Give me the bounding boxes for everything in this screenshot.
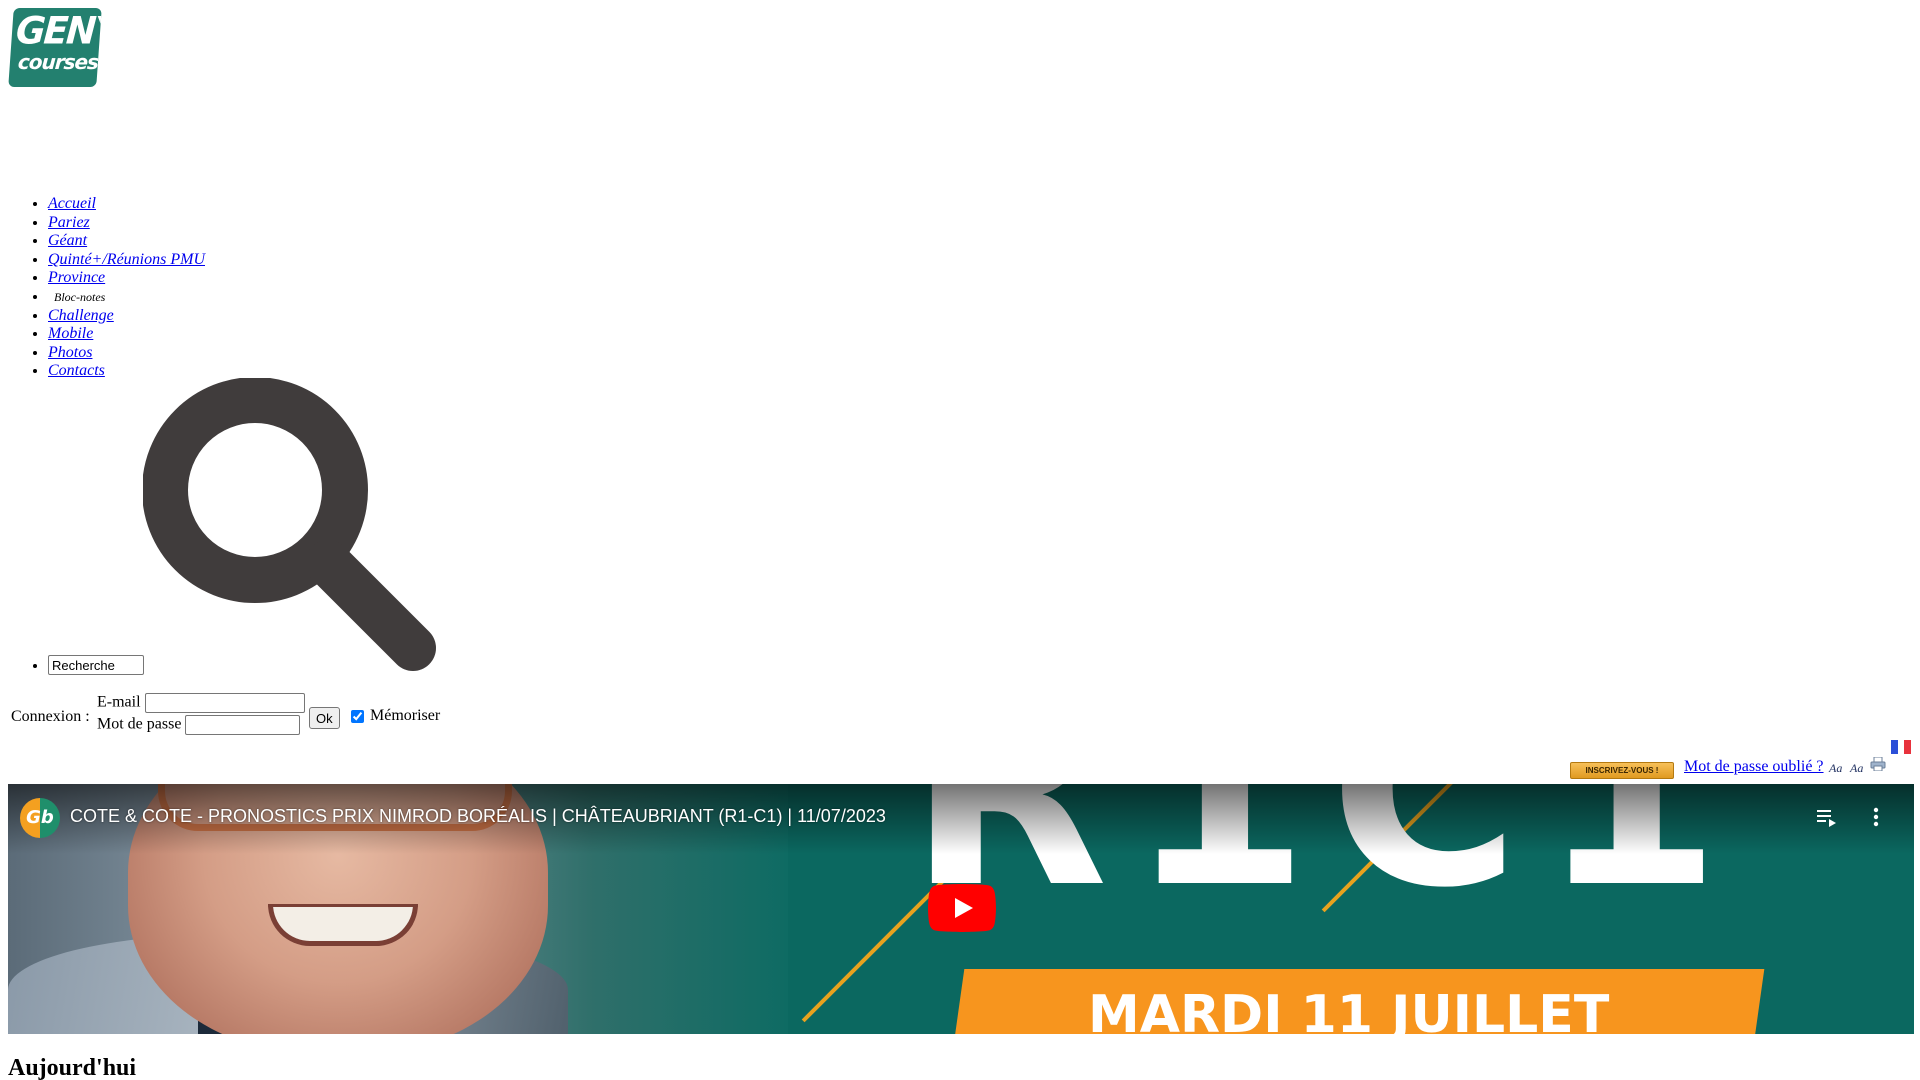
channel-avatar[interactable]: Gb xyxy=(20,798,60,838)
nav-item-bloc-notes: Bloc-notes xyxy=(48,288,205,307)
forgot-password-link[interactable]: Mot de passe oublié ? xyxy=(1684,758,1824,776)
nav-item-photos: Photos xyxy=(48,344,205,363)
font-larger-icon[interactable]: Aa xyxy=(1850,761,1863,776)
remember-label: Mémoriser xyxy=(370,707,441,724)
playlist-icon[interactable] xyxy=(1816,806,1838,828)
play-button-icon[interactable] xyxy=(928,884,996,932)
video-player[interactable]: R1C1 MARDI 11 JUILLET Gb COTE & COTE - P… xyxy=(8,784,1914,1034)
logo-text-geny: GENY xyxy=(14,9,102,53)
password-field[interactable] xyxy=(185,715,301,735)
print-icon[interactable] xyxy=(1870,757,1886,771)
remember-checkbox[interactable] xyxy=(351,709,364,723)
nav-link-photos[interactable]: Photos xyxy=(48,344,92,361)
email-row: E-mail xyxy=(97,693,305,713)
today-heading: Aujourd'hui xyxy=(8,1055,137,1080)
thumbnail-banner-text: MARDI 11 JUILLET xyxy=(1088,985,1610,1034)
font-smaller-icon[interactable]: Aa xyxy=(1829,761,1842,776)
signup-button[interactable]: INSCRIVEZ-VOUS ! xyxy=(1570,762,1674,779)
nav-item-quinte: Quinté+/Réunions PMU xyxy=(48,251,205,270)
nav-link-accueil[interactable]: Accueil xyxy=(48,195,96,212)
nav-item-mobile: Mobile xyxy=(48,325,205,344)
more-options-icon[interactable] xyxy=(1872,806,1880,828)
search-input[interactable] xyxy=(48,655,144,675)
nav-item-geant: Géant xyxy=(48,232,205,251)
password-label: Mot de passe xyxy=(97,715,182,733)
password-row: Mot de passe xyxy=(97,715,301,735)
search-icon[interactable] xyxy=(143,378,443,674)
email-field[interactable] xyxy=(144,693,305,713)
nav-link-contacts[interactable]: Contacts xyxy=(48,362,105,379)
thumbnail-mouth xyxy=(268,904,418,946)
nav-item-accueil: Accueil xyxy=(48,195,205,214)
nav-link-challenge[interactable]: Challenge xyxy=(48,307,114,324)
french-flag-icon[interactable] xyxy=(1891,740,1912,754)
geny-courses-logo[interactable]: GENY courses xyxy=(8,8,102,87)
logo-text-courses: courses xyxy=(17,50,99,74)
nav-link-quinte[interactable]: Quinté+/Réunions PMU xyxy=(48,251,205,268)
nav-label-bloc-notes: Bloc-notes xyxy=(54,289,106,304)
main-nav: Accueil Pariez Géant Quinté+/Réunions PM… xyxy=(0,195,205,381)
page: GENY courses Accueil Pariez Géant Quinté… xyxy=(0,0,1920,1080)
login-label: Connexion : xyxy=(11,708,90,725)
nav-item-pariez: Pariez xyxy=(48,214,205,233)
nav-link-pariez[interactable]: Pariez xyxy=(48,214,90,231)
search-list xyxy=(0,655,144,675)
email-label: E-mail xyxy=(97,693,141,711)
video-title[interactable]: COTE & COTE - PRONOSTICS PRIX NIMROD BOR… xyxy=(70,806,886,827)
nav-link-province[interactable]: Province xyxy=(48,269,105,286)
nav-item-challenge: Challenge xyxy=(48,307,205,326)
search-list-item xyxy=(48,655,144,675)
nav-link-geant[interactable]: Géant xyxy=(48,232,87,249)
nav-link-mobile[interactable]: Mobile xyxy=(48,325,93,342)
login-ok-button[interactable]: Ok xyxy=(309,707,340,729)
remember-me[interactable]: Mémoriser xyxy=(351,707,440,725)
nav-item-province: Province xyxy=(48,269,205,288)
